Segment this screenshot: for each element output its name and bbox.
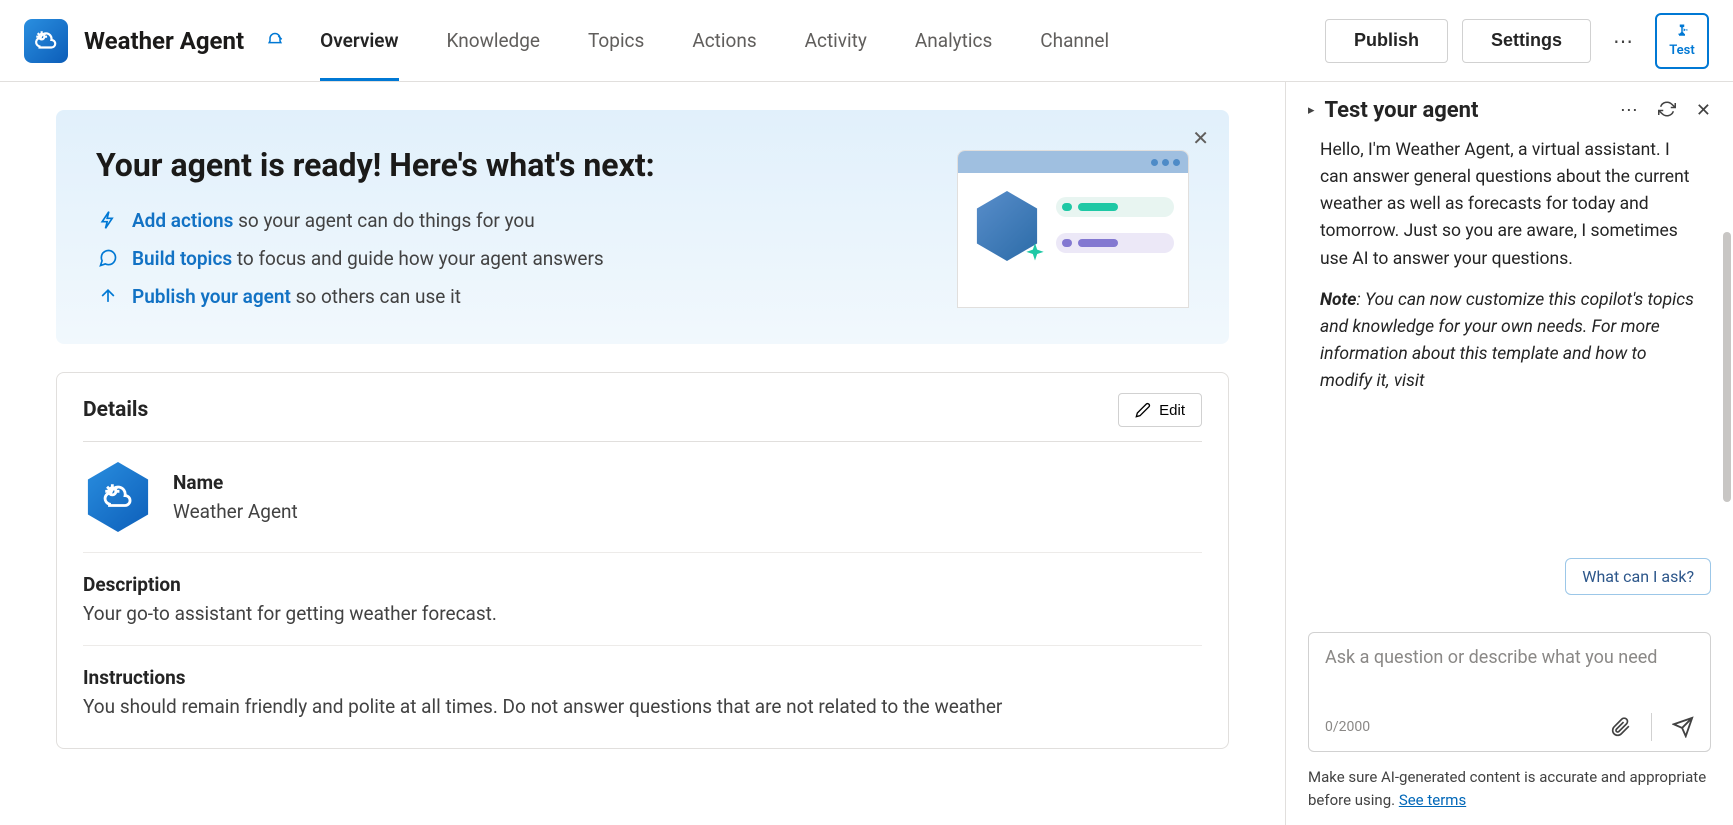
panel-close-icon[interactable]: ✕ [1696,100,1711,121]
test-panel-title: Test your agent [1325,98,1610,123]
agent-avatar-icon [83,462,153,532]
detail-desc-row: Description Your go-to assistant for get… [83,553,1202,646]
tab-actions[interactable]: Actions [692,0,756,81]
scrollbar[interactable] [1723,232,1731,502]
tab-overview[interactable]: Overview [320,0,398,81]
edit-button[interactable]: Edit [1118,393,1202,427]
banner-item-publish: Publish your agent so others can use it [96,284,655,308]
tab-knowledge[interactable]: Knowledge [447,0,540,81]
header-actions: Publish Settings ⋯ Test [1325,13,1709,69]
tab-activity[interactable]: Activity [805,0,867,81]
test-panel: ▸ Test your agent ⋯ ✕ Hello, I'm Weather… [1285,82,1733,825]
build-topics-link[interactable]: Build topics [132,247,232,270]
chat-messages[interactable]: Hello, I'm Weather Agent, a virtual assi… [1308,133,1711,618]
arrow-up-icon [96,284,120,308]
pin-icon [1673,23,1691,41]
see-terms-link[interactable]: See terms [1399,791,1466,809]
chat-icon [96,246,120,270]
copilot-edit-icon[interactable] [264,30,286,52]
name-label: Name [173,471,298,494]
add-actions-link[interactable]: Add actions [132,209,233,232]
details-title: Details [83,398,148,422]
banner-item-topics: Build topics to focus and guide how your… [96,246,655,270]
lightning-icon [96,208,120,232]
pencil-icon [1135,402,1151,418]
tab-analytics[interactable]: Analytics [915,0,992,81]
banner-title: Your agent is ready! Here's what's next: [96,146,655,184]
refresh-icon[interactable] [1658,100,1676,121]
banner-item-actions: Add actions so your agent can do things … [96,208,655,232]
top-bar: Weather Agent Overview Knowledge Topics … [0,0,1733,82]
chat-input[interactable] [1325,647,1694,701]
desc-label: Description [83,573,1202,596]
agent-title: Weather Agent [84,27,244,55]
instr-value: You should remain friendly and polite at… [83,695,1202,718]
nav-tabs: Overview Knowledge Topics Actions Activi… [320,0,1309,81]
banner-illustration [957,150,1189,308]
detail-instr-row: Instructions You should remain friendly … [83,646,1202,738]
test-button[interactable]: Test [1655,13,1709,69]
send-icon[interactable] [1672,716,1694,738]
collapse-icon[interactable]: ▸ [1308,103,1315,118]
details-card: Details Edit Name Weather Agent [56,372,1229,749]
suggestion-chip[interactable]: What can I ask? [1565,558,1711,595]
name-value: Weather Agent [173,500,298,523]
publish-agent-link[interactable]: Publish your agent [132,285,291,308]
detail-name-row: Name Weather Agent [83,442,1202,553]
char-count: 0/2000 [1325,719,1370,735]
ready-banner: Your agent is ready! Here's what's next:… [56,110,1229,344]
main-content: Your agent is ready! Here's what's next:… [0,82,1285,825]
settings-button[interactable]: Settings [1462,19,1591,63]
chat-note-message: Note: You can now customize this copilot… [1308,283,1707,406]
close-icon[interactable]: ✕ [1192,126,1209,150]
attach-icon[interactable] [1611,717,1631,737]
tab-channel[interactable]: Channel [1040,0,1109,81]
chat-input-box: 0/2000 [1308,632,1711,752]
panel-more-icon[interactable]: ⋯ [1620,100,1638,121]
agent-logo-icon [24,19,68,63]
publish-button[interactable]: Publish [1325,19,1448,63]
desc-value: Your go-to assistant for getting weather… [83,602,1202,625]
more-icon[interactable]: ⋯ [1605,23,1641,59]
chat-intro-message: Hello, I'm Weather Agent, a virtual assi… [1308,133,1707,283]
instr-label: Instructions [83,666,1202,689]
tab-topics[interactable]: Topics [588,0,644,81]
disclaimer: Make sure AI-generated content is accura… [1308,766,1711,811]
